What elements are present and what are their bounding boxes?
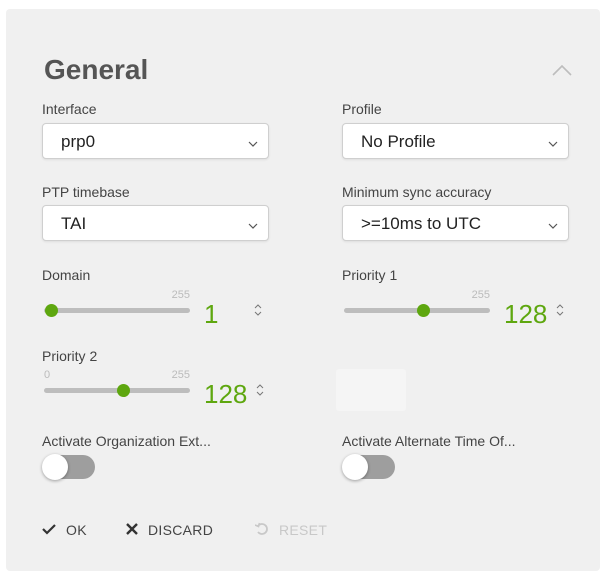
reset-button[interactable]: RESET: [254, 520, 328, 540]
org-ext-toggle[interactable]: [42, 454, 95, 480]
priority2-label: Priority 2: [42, 348, 98, 364]
discard-button[interactable]: DISCARD: [126, 520, 213, 540]
toggle-knob: [42, 454, 68, 480]
x-icon: [126, 522, 138, 538]
priority2-min-label: 0: [44, 369, 51, 381]
profile-label: Profile: [342, 101, 382, 117]
org-ext-label: Activate Organization Ext...: [42, 433, 211, 449]
chevron-down-icon: [248, 136, 258, 147]
domain-label: Domain: [42, 267, 91, 283]
domain-max-label: 255: [171, 289, 190, 301]
interface-label: Interface: [42, 101, 97, 117]
chevron-down-icon: [548, 136, 558, 147]
profile-value: No Profile: [361, 132, 436, 151]
undo-icon: [254, 522, 269, 539]
min-sync-accuracy-label: Minimum sync accuracy: [342, 184, 492, 200]
alt-time-label: Activate Alternate Time Of...: [342, 433, 516, 449]
ok-button[interactable]: OK: [42, 520, 87, 540]
priority2-thumb[interactable]: [117, 384, 131, 397]
priority1-label: Priority 1: [342, 267, 398, 283]
ptp-timebase-label: PTP timebase: [42, 184, 130, 200]
ptp-timebase-value: TAI: [61, 214, 87, 233]
interface-select[interactable]: prp0: [42, 123, 269, 159]
priority1-max-label: 255: [471, 289, 490, 301]
reset-label: RESET: [279, 522, 328, 538]
priority2-max-label: 255: [171, 369, 190, 381]
min-sync-accuracy-value: >=10ms to UTC: [361, 214, 481, 233]
chevron-down-icon: [548, 218, 558, 229]
priority2-value: 128: [204, 379, 248, 409]
general-panel: General Interface prp0 Profile No Profil…: [6, 9, 600, 571]
toggle-knob: [342, 454, 368, 480]
domain-track: [44, 308, 190, 313]
discard-label: DISCARD: [148, 522, 214, 538]
empty-placeholder: [336, 369, 406, 411]
domain-value: 1: [204, 299, 219, 329]
chevron-down-icon: [248, 218, 258, 229]
check-icon: [42, 522, 56, 538]
panel-title: General: [44, 54, 149, 85]
priority1-spinner-icon[interactable]: [556, 303, 564, 317]
priority2-slider[interactable]: 0 255: [44, 369, 190, 401]
priority1-thumb[interactable]: [417, 304, 431, 317]
interface-value: prp0: [61, 132, 96, 151]
min-sync-accuracy-select[interactable]: >=10ms to UTC: [342, 205, 569, 241]
priority1-value: 128: [504, 299, 548, 329]
collapse-chevron-up-icon[interactable]: [551, 63, 573, 77]
domain-thumb[interactable]: [44, 304, 58, 317]
priority2-spinner-icon[interactable]: [256, 383, 264, 397]
ptp-timebase-select[interactable]: TAI: [42, 205, 269, 241]
priority1-slider[interactable]: 255: [344, 289, 490, 321]
profile-select[interactable]: No Profile: [342, 123, 569, 159]
domain-spinner-icon[interactable]: [254, 303, 262, 317]
ok-label: OK: [66, 522, 87, 538]
alt-time-toggle[interactable]: [342, 454, 395, 480]
domain-slider[interactable]: 255: [44, 289, 190, 321]
